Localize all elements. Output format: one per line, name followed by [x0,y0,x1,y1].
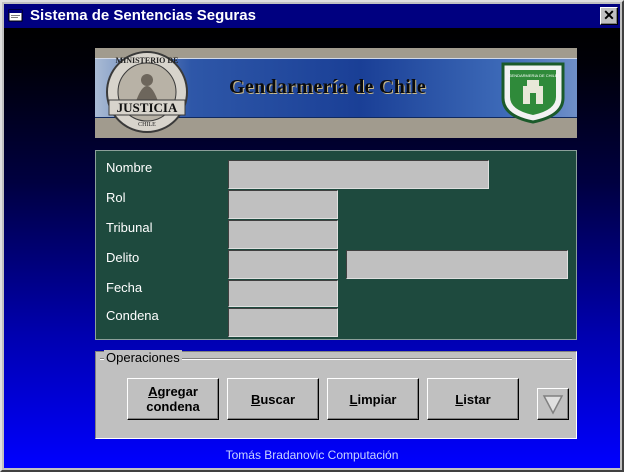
listar-accel: L [455,391,464,407]
operations-group: Operaciones Agregar condena Buscar Limpi… [95,350,577,439]
gendarmeria-badge: GENDARMERIA DE CHILE [501,62,565,124]
banner-title: Gendarmería de Chile [229,76,427,98]
dropdown-button[interactable] [537,388,569,420]
header-banner: JUSTICIA MINISTERIO DE CHILE Gendarmería… [95,48,577,138]
app-window-icon [8,9,23,22]
delito-description-input[interactable] [346,250,568,279]
rol-input[interactable] [228,190,338,219]
nombre-label: Nombre [106,160,153,175]
badge-text: GENDARMERIA DE CHILE [508,73,557,78]
tribunal-input[interactable] [228,220,338,249]
listar-button[interactable]: Listar [427,378,519,420]
condena-label: Condena [106,308,159,323]
fecha-label: Fecha [106,280,143,295]
buscar-button[interactable]: Buscar [227,378,319,420]
limpiar-rest: impiar [357,391,397,407]
close-icon: ✕ [603,7,615,23]
listar-rest: istar [463,391,491,407]
seal-justicia-text: JUSTICIA [117,100,178,115]
close-button[interactable]: ✕ [600,7,618,25]
window-title: Sistema de Sentencias Seguras [30,7,256,24]
triangle-down-icon [542,395,564,415]
sentence-form-panel: Nombre Rol Tribunal Delito Fecha Condena [95,150,577,340]
rol-label: Rol [106,190,126,205]
footer-credit: Tomás Bradanovic Computación [225,448,399,462]
agregar-line1: Agregar [148,384,198,399]
seal-ring-text: MINISTERIO DE [116,56,179,65]
limpiar-accel: L [349,391,358,407]
agregar-rest: gregar [157,384,198,399]
ministerio-justicia-seal: JUSTICIA MINISTERIO DE CHILE [106,51,188,133]
limpiar-button[interactable]: Limpiar [327,378,419,420]
agregar-line2: condena [146,399,200,414]
operations-legend: Operaciones [104,350,182,365]
buscar-rest: uscar [260,391,296,407]
seal-bottom-text: CHILE [138,122,156,128]
tribunal-label: Tribunal [106,220,153,235]
title-bar[interactable]: Sistema de Sentencias Seguras ✕ [4,4,620,28]
delito-code-input[interactable] [228,250,338,279]
app-window: Sistema de Sentencias Seguras ✕ JUSTICIA… [0,0,624,472]
condena-input[interactable] [228,308,338,337]
nombre-input[interactable] [228,160,489,189]
buscar-accel: B [250,391,261,407]
fecha-input[interactable] [228,280,338,307]
agregar-condena-button[interactable]: Agregar condena [127,378,219,420]
delito-label: Delito [106,250,140,265]
client-area: JUSTICIA MINISTERIO DE CHILE Gendarmería… [4,28,620,468]
